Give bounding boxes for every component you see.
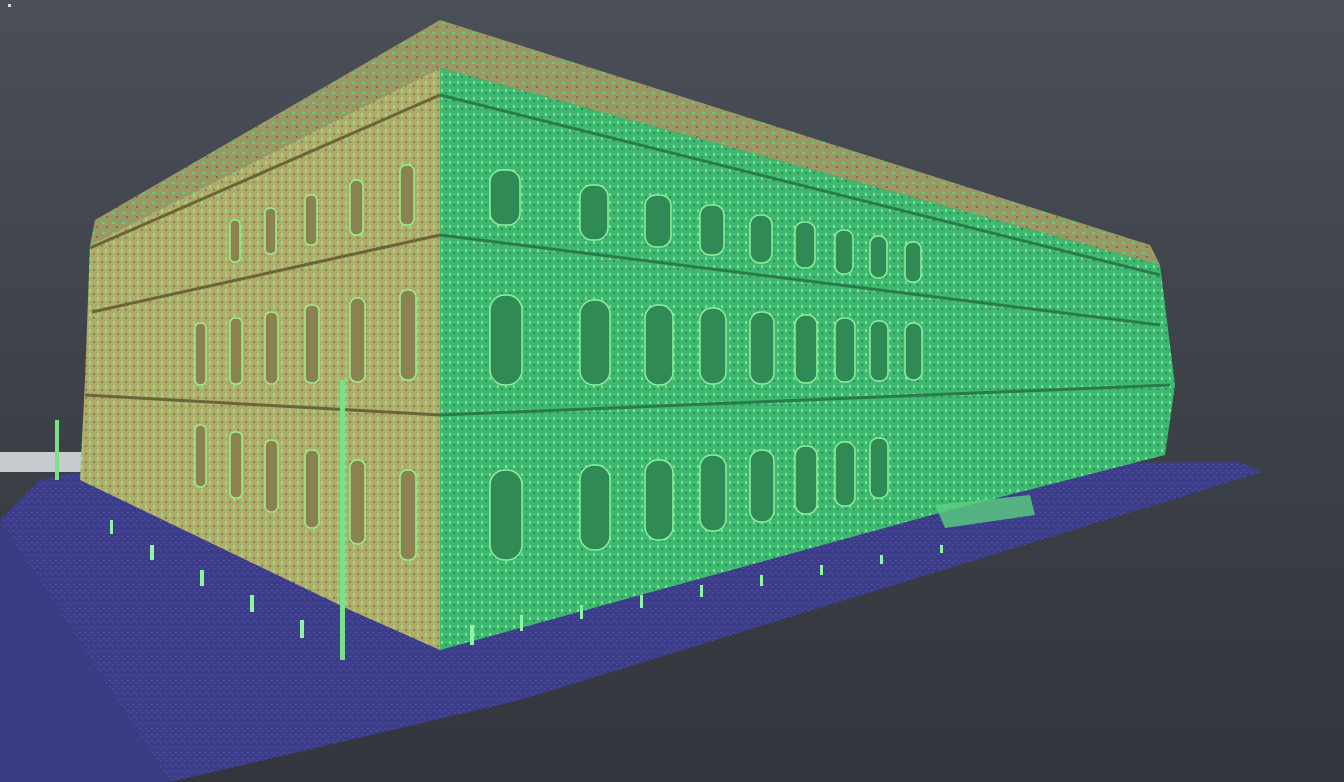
point-cloud-viewport[interactable] <box>0 0 1344 782</box>
point-cloud-render[interactable] <box>0 0 1344 782</box>
ground-plane-edge <box>0 452 92 472</box>
